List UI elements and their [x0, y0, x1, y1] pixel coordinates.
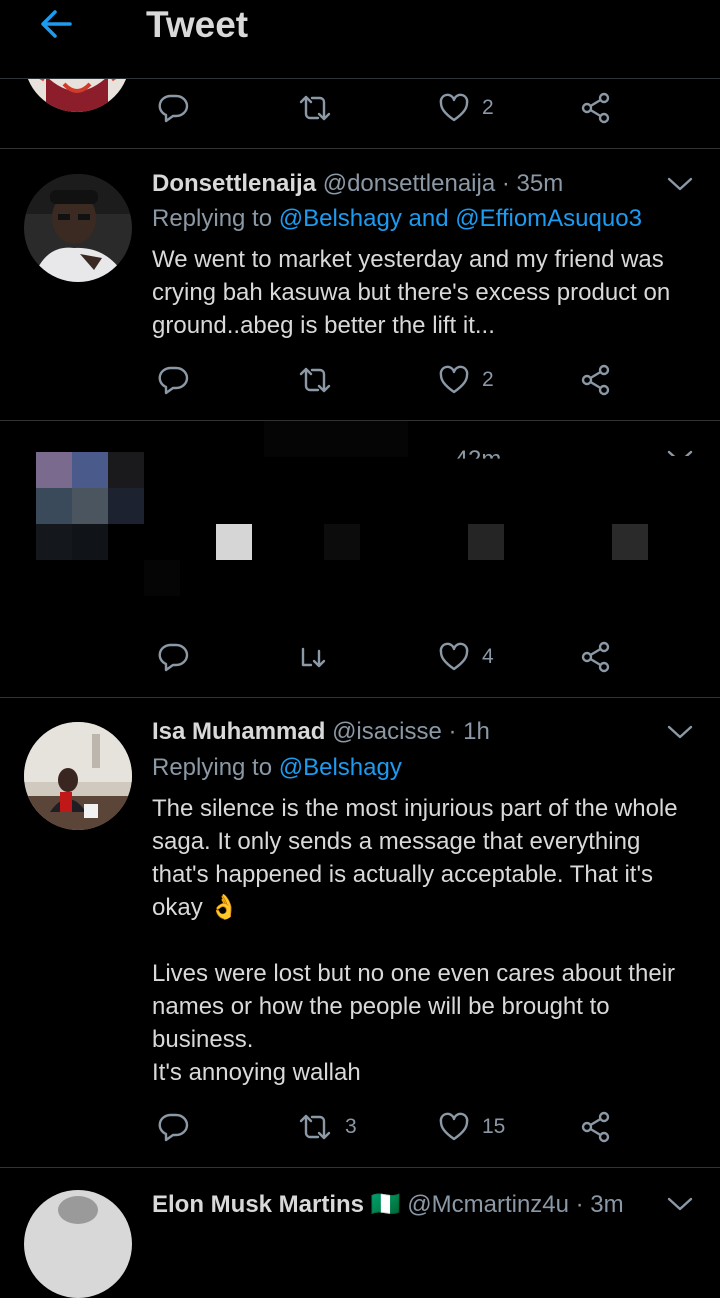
mention-link[interactable]: @Belshagy and @EffiomAsuquo3 [279, 205, 642, 232]
like-count: 2 [482, 368, 494, 391]
replying-label: Replying to [152, 754, 279, 781]
reply-button[interactable] [157, 82, 189, 134]
chevron-down-icon[interactable] [666, 1194, 694, 1214]
replying-to: Replying to @Belshagy [152, 754, 402, 782]
like-count: 2 [482, 96, 494, 119]
heart-icon [439, 1112, 469, 1141]
replying-label: Replying to [152, 205, 279, 232]
reply-icon [158, 1113, 189, 1142]
heart-icon [439, 93, 469, 122]
like-button[interactable]: 2 [438, 354, 494, 406]
divider [0, 148, 720, 149]
top-app-bar: Tweet [0, 0, 720, 79]
replying-to: Replying to @Belshagy and @EffiomAsuquo3 [152, 205, 642, 233]
reply-icon [158, 366, 189, 395]
retweet-icon [299, 1114, 331, 1140]
author-name[interactable]: Isa Muhammad [152, 718, 325, 745]
chevron-down-icon[interactable] [666, 722, 694, 742]
author-name[interactable]: Donsettlenaija [152, 170, 316, 197]
retweet-button[interactable] [297, 354, 333, 406]
tweet-header: Donsettlenaija @donsettlenaija · 35m [152, 170, 563, 198]
share-button[interactable] [580, 82, 612, 134]
reply-icon [158, 643, 189, 672]
share-button[interactable] [580, 354, 612, 406]
tweet-paragraph: Lives were lost but no one even cares ab… [152, 960, 675, 1086]
retweet-button[interactable]: 3 [297, 1101, 357, 1153]
tweet-header: Elon Musk Martins 🇳🇬 @Mcmartinz4u · 3m [152, 1190, 624, 1219]
reply-button[interactable] [157, 631, 189, 683]
share-icon [581, 641, 610, 673]
tweet-actions: 4 [0, 631, 720, 683]
arrow-left-icon[interactable] [36, 4, 76, 44]
share-button[interactable] [580, 631, 612, 683]
retweet-button[interactable] [297, 82, 333, 134]
avatar[interactable] [24, 1190, 132, 1298]
share-icon [581, 364, 610, 396]
tweet-header: · 42m [440, 446, 502, 473]
like-count: 15 [482, 1115, 506, 1138]
author-meta: · 42m [440, 446, 502, 473]
retweet-icon [299, 367, 331, 393]
tweet-actions: 3 15 [0, 1101, 720, 1153]
chevron-down-icon[interactable] [666, 447, 694, 467]
share-button[interactable] [580, 1101, 612, 1153]
tweet-header: Isa Muhammad @isacisse · 1h [152, 718, 490, 746]
heart-icon [439, 642, 469, 671]
author-meta: @isacisse · 1h [332, 718, 490, 745]
mention-link[interactable]: @Belshagy [279, 754, 402, 781]
retweet-disabled-icon [301, 647, 326, 668]
page-title: Tweet [146, 4, 249, 45]
reply-button[interactable] [157, 354, 189, 406]
tweet-text: We went to market yesterday and my frien… [152, 246, 671, 339]
like-button[interactable]: 2 [438, 82, 494, 134]
divider [0, 697, 720, 698]
divider [0, 1167, 720, 1168]
avatar[interactable] [24, 174, 132, 282]
avatar[interactable] [24, 722, 132, 830]
like-count: 4 [482, 645, 494, 668]
tweet-text: The silence is the most injurious part o… [152, 792, 697, 1089]
author-meta: @donsettlenaija · 35m [322, 170, 564, 197]
retweet-count: 3 [345, 1115, 357, 1138]
pixelated-avatar [36, 452, 144, 560]
retweet-button[interactable] [297, 631, 333, 683]
share-icon [581, 92, 610, 124]
author-meta: @Mcmartinz4u · 3m [407, 1191, 624, 1218]
reply-button[interactable] [157, 1101, 189, 1153]
like-button[interactable]: 15 [438, 1101, 505, 1153]
like-button[interactable]: 4 [438, 631, 494, 683]
heart-icon [439, 365, 469, 394]
retweet-icon [299, 95, 331, 121]
tweet-paragraph: The silence is the most injurious part o… [152, 795, 678, 921]
author-name[interactable]: Elon Musk Martins 🇳🇬 [152, 1191, 401, 1218]
chevron-down-icon[interactable] [666, 174, 694, 194]
tweet-actions: 2 [0, 354, 720, 406]
share-icon [581, 1111, 610, 1143]
reply-icon [158, 94, 189, 123]
